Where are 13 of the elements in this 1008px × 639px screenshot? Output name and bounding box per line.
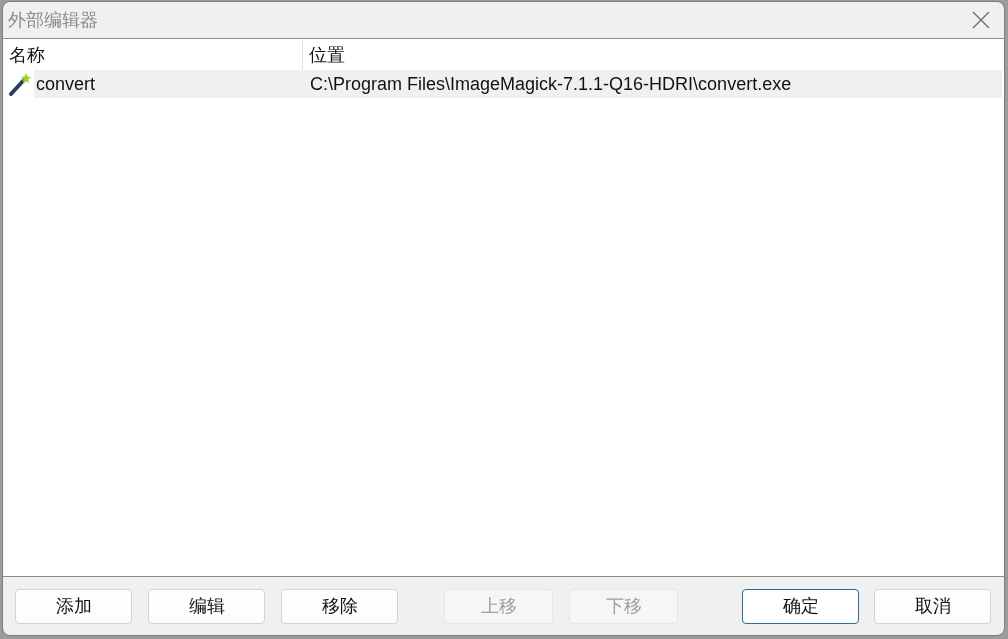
close-button[interactable] — [971, 10, 991, 30]
dialog-button[interactable]: 移除 — [281, 588, 398, 624]
name-cell-text: convert — [35, 73, 97, 95]
location-cell-text: C:\Program Files\ImageMagick-7.1.1-Q16-HDRI\convert.exe — [309, 73, 792, 95]
dialog-button[interactable]: 添加 — [15, 588, 132, 624]
column-header[interactable]: 位置 — [303, 40, 345, 70]
list-row[interactable]: convert C:\Program Files\ImageMagick-7.1.1-Q16-HDRI\convert.exe — [34, 70, 1002, 98]
dialog-button[interactable]: 编辑 — [148, 588, 265, 624]
magic-wand-icon — [8, 72, 32, 96]
window-title: 外部编辑器 — [8, 9, 99, 32]
close-icon — [972, 11, 990, 29]
dialog-button[interactable]: 取消 — [874, 588, 991, 624]
dialog-button[interactable]: 确定 — [742, 588, 859, 624]
